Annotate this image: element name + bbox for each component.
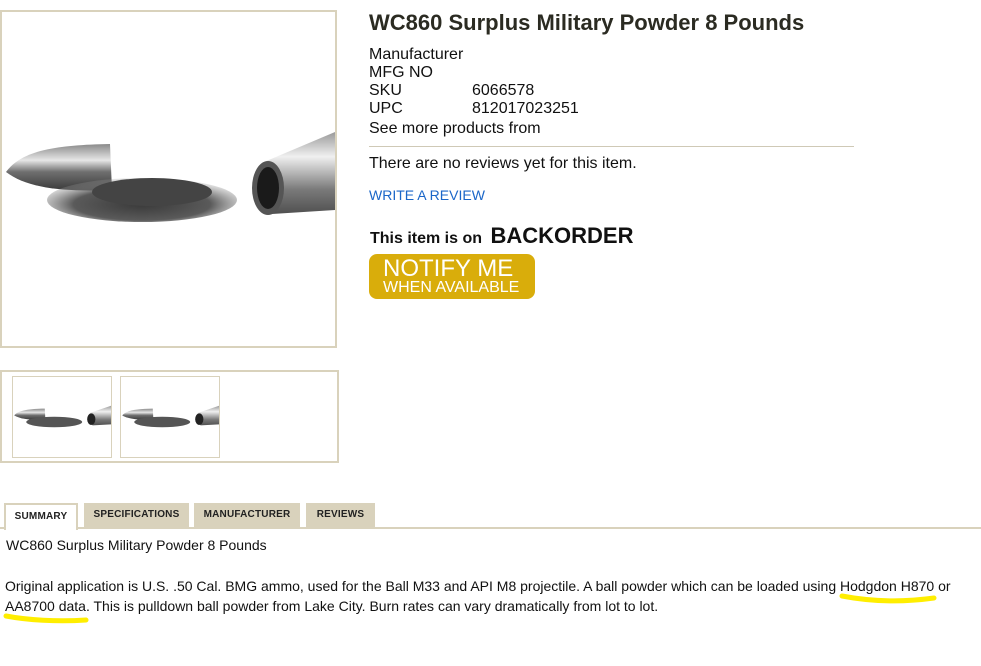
product-main-image[interactable]: [0, 10, 337, 348]
spec-label: MFG NO: [369, 64, 433, 81]
bullet-powder-thumbnail: [122, 405, 219, 428]
spec-row-manufacturer: Manufacturer: [369, 46, 579, 64]
product-tabs: SUMMARY SPECIFICATIONS MANUFACTURER REVI…: [0, 503, 981, 530]
spec-row-upc: UPC 812017023251: [369, 100, 579, 118]
notify-button-line2: WHEN AVAILABLE: [383, 279, 520, 296]
product-specs: Manufacturer MFG NO SKU 6066578 UPC 8120…: [369, 46, 579, 118]
spec-label: UPC: [369, 100, 403, 117]
write-review-link[interactable]: WRITE A REVIEW: [369, 187, 485, 203]
product-title: WC860 Surplus Military Powder 8 Pounds: [369, 10, 805, 35]
highlighted-text: Hodgdon H870: [840, 578, 935, 594]
bullet-powder-image: [6, 132, 335, 222]
spec-label: SKU: [369, 82, 402, 99]
spec-value: 6066578: [472, 82, 535, 99]
spec-label: Manufacturer: [369, 46, 464, 63]
tab-specifications[interactable]: SPECIFICATIONS: [84, 503, 189, 529]
stock-prefix: This item is on: [370, 230, 483, 247]
divider: [369, 146, 854, 147]
summary-title: WC860 Surplus Military Powder 8 Pounds: [6, 537, 267, 553]
bullet-powder-thumbnail: [14, 405, 111, 428]
spec-value: 812017023251: [472, 100, 579, 117]
thumbnail-1[interactable]: [12, 376, 112, 458]
spec-row-mfg-no: MFG NO: [369, 64, 579, 82]
stock-status: This item is on BACKORDER: [370, 223, 633, 249]
notify-me-button[interactable]: NOTIFY ME WHEN AVAILABLE: [369, 254, 535, 299]
summary-text: . This is pulldown ball powder from Lake…: [85, 598, 659, 614]
see-more-products-link[interactable]: See more products from: [369, 120, 541, 138]
thumbnail-2[interactable]: [120, 376, 220, 458]
tab-reviews[interactable]: REVIEWS: [306, 503, 375, 529]
stock-status-value: BACKORDER: [490, 223, 634, 248]
highlighted-text: AA8700 data: [5, 598, 86, 614]
thumbnail-strip: [0, 370, 339, 463]
spec-row-sku: SKU 6066578: [369, 82, 579, 100]
summary-text: Original application is U.S. .50 Cal. BM…: [5, 578, 840, 594]
summary-description: Original application is U.S. .50 Cal. BM…: [5, 576, 975, 616]
tab-manufacturer[interactable]: MANUFACTURER: [194, 503, 300, 529]
tab-summary[interactable]: SUMMARY: [4, 503, 78, 530]
summary-text: or: [934, 578, 951, 594]
no-reviews-text: There are no reviews yet for this item.: [369, 155, 637, 172]
